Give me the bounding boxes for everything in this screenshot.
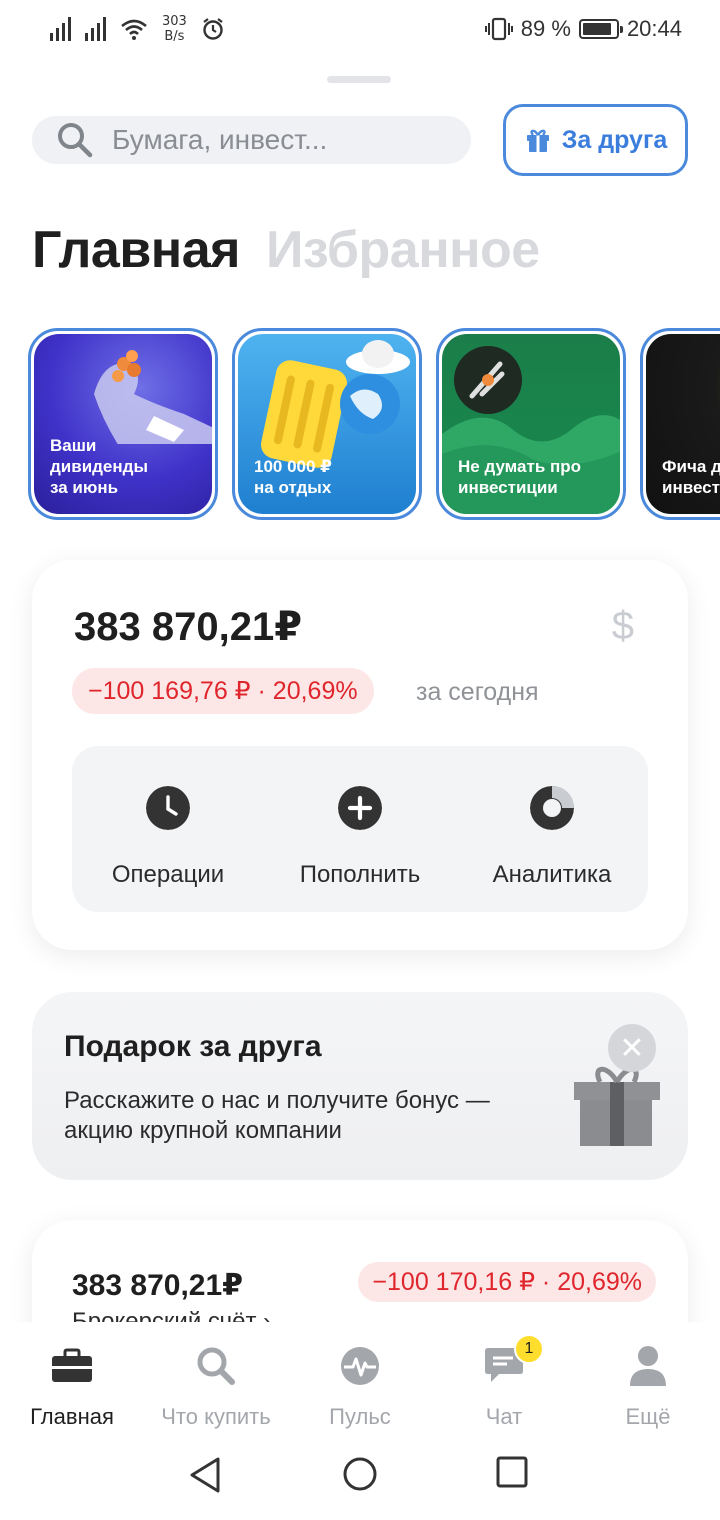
search-icon (58, 123, 93, 158)
pulse-icon (341, 1347, 379, 1385)
tab-main[interactable]: Главная (32, 220, 240, 280)
story-vacation-image: 100 000 ₽ на отдых (238, 334, 416, 514)
story-vacation[interactable]: 100 000 ₽ на отдых (232, 328, 422, 520)
story-dividends[interactable]: Ваши дивиденды за июнь (28, 328, 218, 520)
nav-chat-label: Чат (485, 1404, 523, 1429)
back-icon[interactable] (188, 1456, 222, 1494)
speed-value: 303 (162, 14, 187, 29)
search-bar[interactable] (32, 116, 471, 164)
story-feature-image: Фича д инвесто (646, 334, 720, 514)
invite-friend-button[interactable]: За друга (503, 104, 688, 176)
portfolio-period: за сегодня (416, 678, 539, 706)
top-up-label: Пополнить (299, 861, 421, 888)
network-speed: 303 B/s (162, 14, 187, 44)
recents-icon[interactable] (496, 1456, 528, 1488)
nav-main[interactable]: Главная (0, 1322, 144, 1430)
donut-chart-icon (530, 786, 574, 830)
briefcase-icon (52, 1348, 92, 1382)
gift-icon (526, 129, 549, 152)
top-up-button[interactable]: Пополнить (270, 786, 450, 889)
home-icon[interactable] (342, 1456, 378, 1492)
clock-icon (146, 786, 190, 830)
story-label: Фича д инвесто (662, 457, 720, 497)
story-label: Ваши дивиденды за июнь (50, 436, 148, 497)
nav-what-to-buy-label: Что купить (161, 1404, 271, 1429)
status-left: 303 B/s (50, 14, 225, 44)
search-icon (197, 1347, 235, 1385)
main-tabs: Главная Избранное (32, 220, 540, 280)
signal-icon-2 (85, 17, 106, 41)
signal-icon (50, 17, 71, 41)
story-autopilot[interactable]: Не думать про инвестиции (436, 328, 626, 520)
close-icon[interactable]: ✕ (608, 1024, 656, 1072)
story-autopilot-image: Не думать про инвестиции (442, 334, 620, 514)
battery-icon (578, 19, 623, 39)
portfolio-total: 383 870,21₽ (74, 605, 303, 649)
nav-chat[interactable]: 1 Чат (432, 1322, 576, 1430)
analytics-label: Аналитика (492, 861, 612, 888)
portfolio-daily-change: −100 169,76 ₽ · 20,69% (72, 668, 374, 714)
alarm-icon (203, 18, 223, 40)
search-input[interactable] (112, 124, 432, 156)
battery-percent: 89 % (520, 16, 571, 41)
clock: 20:44 (626, 16, 682, 41)
story-dividends-image: Ваши дивиденды за июнь (34, 334, 212, 514)
battery-fill (582, 23, 611, 35)
system-navigation-bar (0, 1432, 720, 1520)
vibrate-icon (484, 17, 513, 41)
nav-what-to-buy[interactable]: Что купить (144, 1322, 288, 1430)
nav-pulse[interactable]: Пульс (288, 1322, 432, 1430)
operations-label: Операции (111, 861, 225, 888)
tab-favorites[interactable]: Избранное (266, 220, 540, 280)
portfolio-card[interactable]: 383 870,21₽ $ −100 169,76 ₽ · 20,69% за … (32, 560, 688, 950)
story-feature[interactable]: Фича д инвесто (640, 328, 720, 520)
story-label: 100 000 ₽ на отдых (254, 457, 333, 497)
plus-icon (338, 786, 382, 830)
sheet-grabber[interactable] (327, 76, 391, 83)
hand-grapes-image (94, 350, 212, 444)
gift-promo-title: Подарок за друга (64, 1030, 322, 1063)
operations-button[interactable]: Операции (78, 786, 258, 889)
gift-promo-text: Расскажите о нас и получите бонус — акци… (64, 1087, 490, 1144)
speed-unit: B/s (164, 29, 185, 44)
gift-promo-banner[interactable]: Подарок за друга Расскажите о нас и полу… (32, 992, 688, 1180)
nav-main-label: Главная (30, 1404, 114, 1429)
account-total: 383 870,21₽ (72, 1269, 244, 1302)
analytics-button[interactable]: Аналитика (462, 786, 642, 889)
gift-box-icon (574, 1066, 660, 1146)
nav-more-label: Ещё (625, 1404, 671, 1429)
currency-switch-button[interactable]: $ (612, 604, 634, 649)
story-label: Не думать про инвестиции (458, 457, 582, 497)
profile-icon (630, 1346, 666, 1386)
nav-pulse-label: Пульс (329, 1404, 391, 1429)
account-daily-change: −100 170,16 ₽ · 20,69% (358, 1262, 656, 1302)
status-right: 89 % 20:44 (484, 16, 682, 42)
status-bar: 303 B/s 89 % 20:44 (0, 0, 720, 62)
invite-friend-label: За друга (561, 125, 668, 154)
chat-unread-badge: 1 (514, 1334, 544, 1364)
bottom-navigation: Главная Что купить Пульс 1 Чат Ещё (0, 1322, 720, 1432)
quick-actions: Операции Пополнить Аналитика (72, 746, 648, 912)
stories-carousel[interactable]: Ваши дивиденды за июнь 100 000 ₽ на отды… (28, 328, 720, 520)
nav-more[interactable]: Ещё (576, 1322, 720, 1430)
wifi-icon (121, 19, 147, 40)
